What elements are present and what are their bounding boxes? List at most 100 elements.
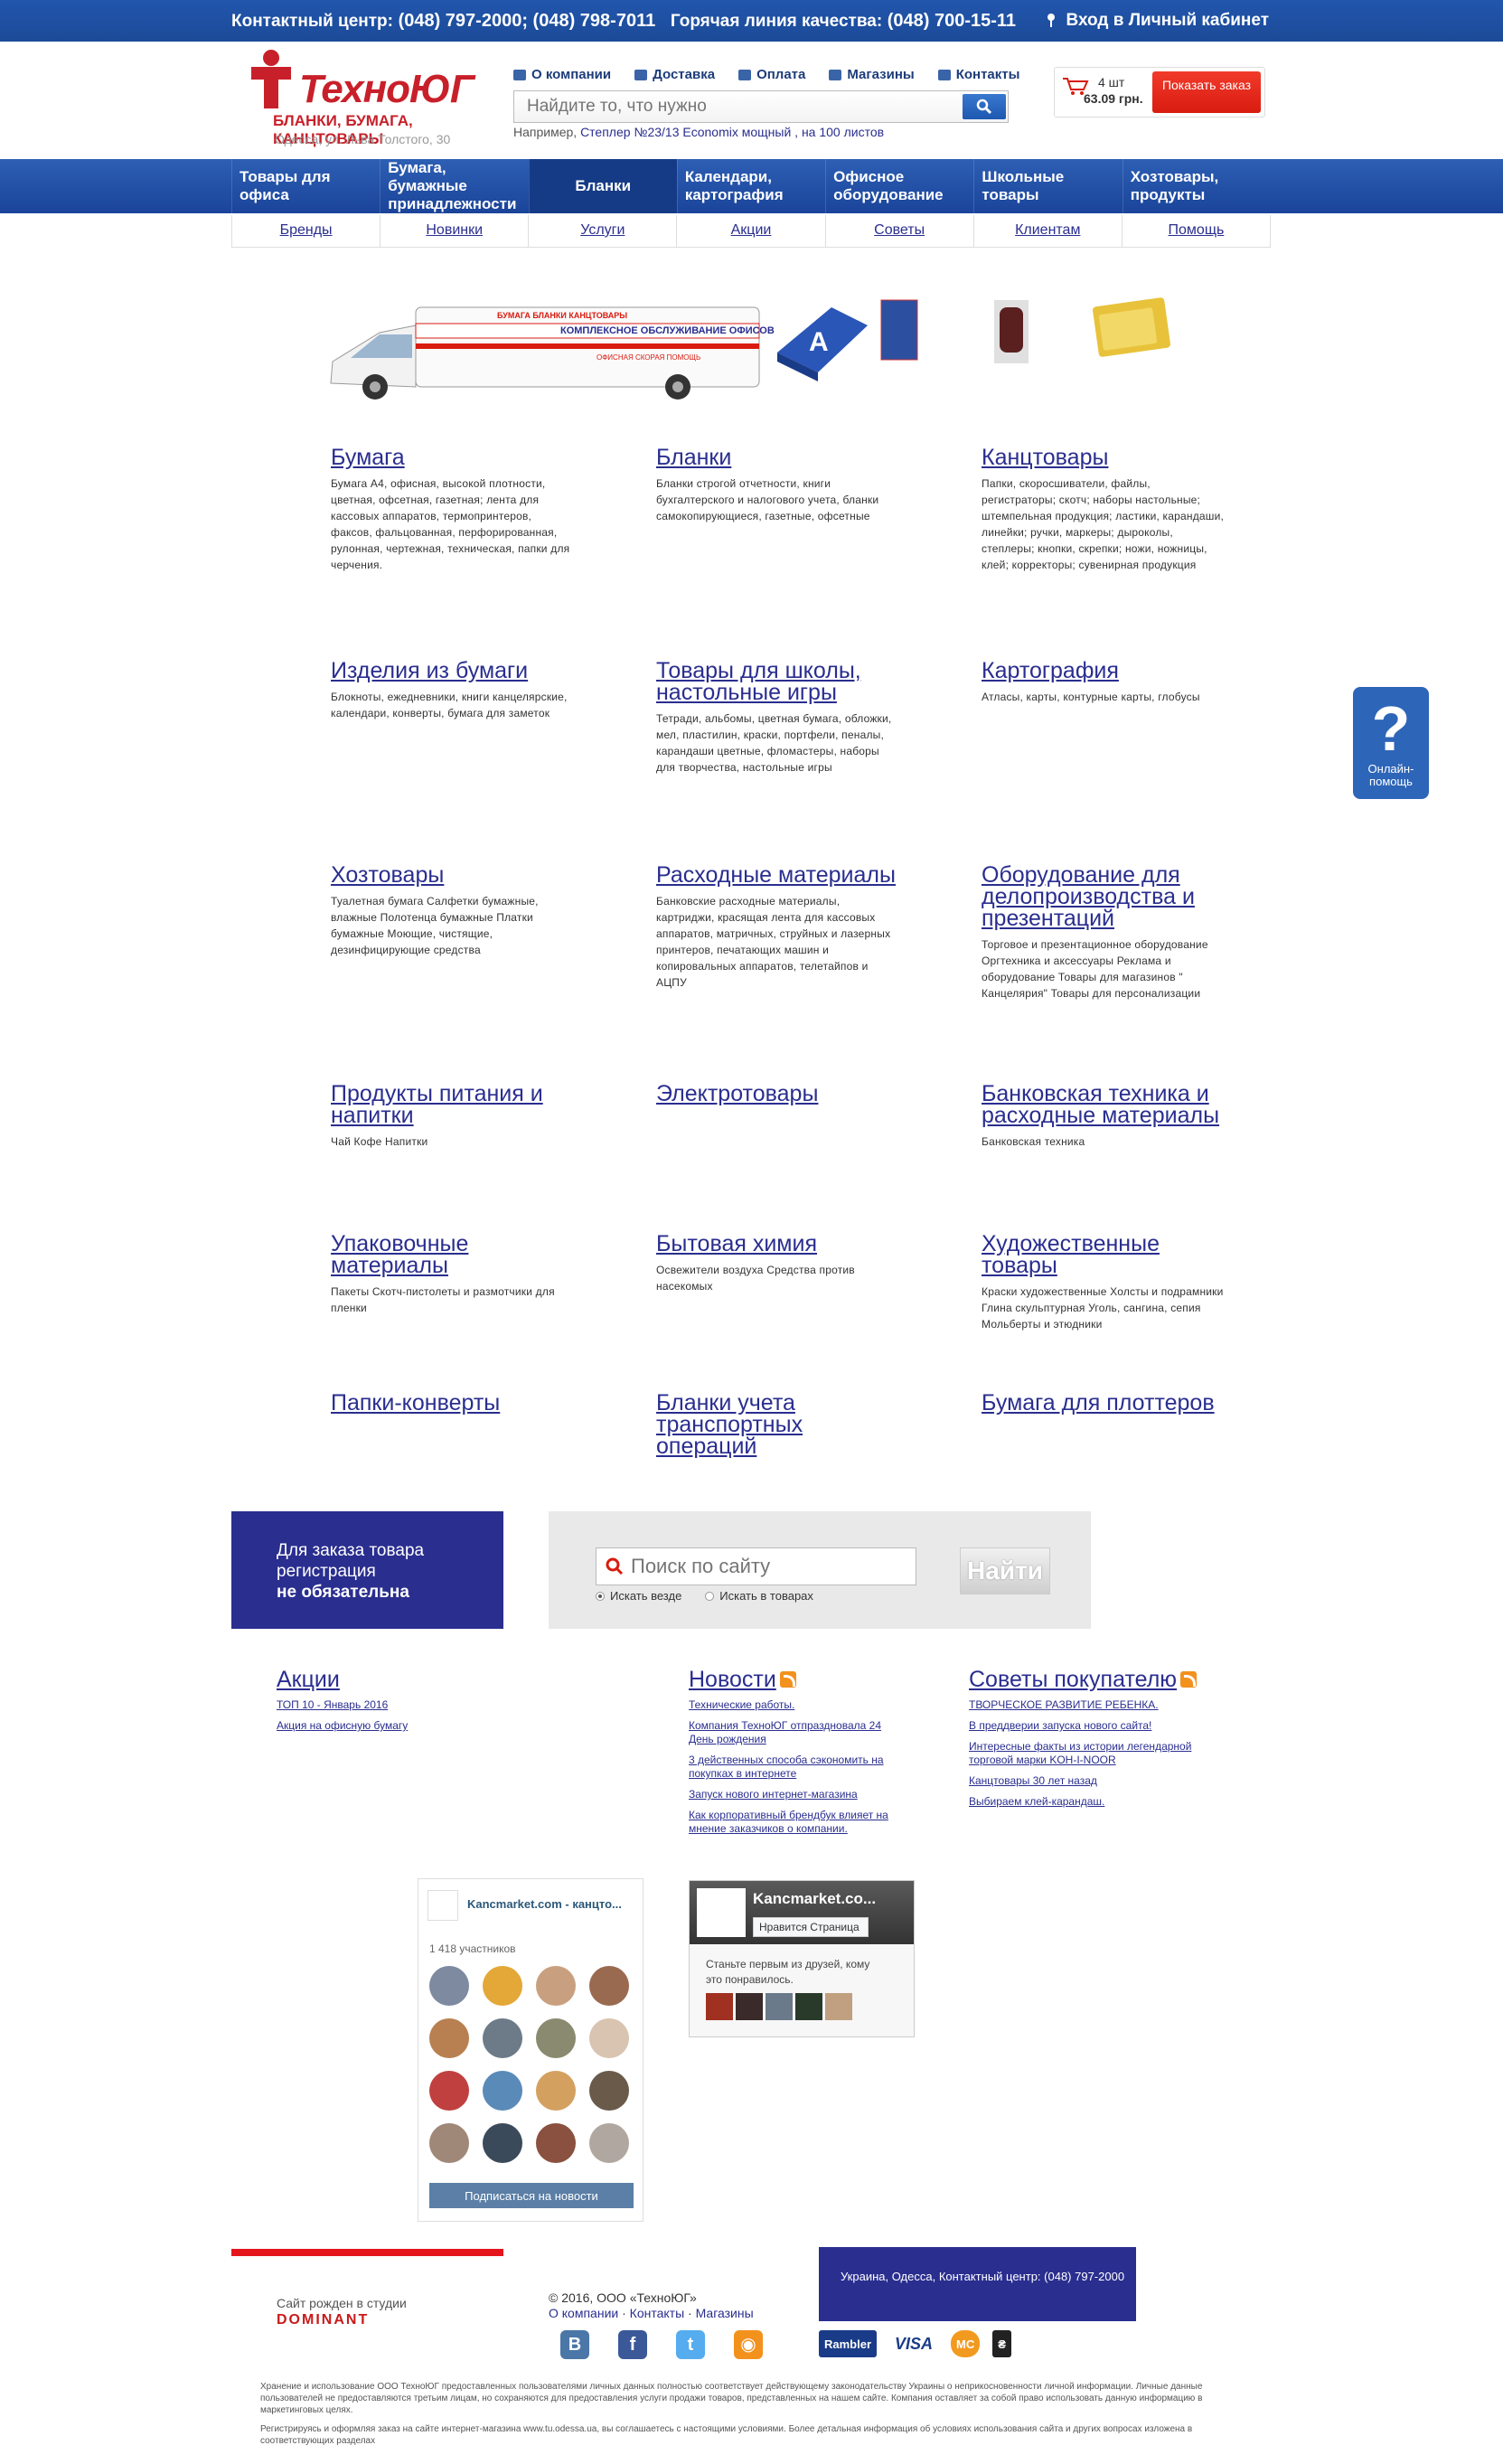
rambler-counter-icon[interactable]: Rambler	[819, 2330, 878, 2357]
avatar[interactable]	[483, 1966, 522, 2006]
footer-link-shops[interactable]: Магазины	[696, 2306, 754, 2320]
category-title[interactable]: Папки-конверты	[331, 1392, 575, 1415]
avatar[interactable]	[536, 2071, 576, 2111]
avatar[interactable]	[483, 2018, 522, 2058]
subnav-tips[interactable]: Советы	[824, 215, 973, 247]
category-title[interactable]: Бытовая химия	[656, 1233, 900, 1256]
fb-page-avatar[interactable]	[697, 1888, 746, 1937]
promo-item[interactable]: Акция на офисную бумагу	[277, 1719, 457, 1733]
category-title[interactable]: Картография	[982, 660, 1226, 682]
avatar[interactable]	[589, 1966, 629, 2006]
rss-icon[interactable]	[1180, 1671, 1198, 1688]
avatar[interactable]	[483, 2071, 522, 2111]
avatar[interactable]	[483, 2123, 522, 2163]
avatar[interactable]	[536, 1966, 576, 2006]
category-title[interactable]: Расходные материалы	[656, 864, 900, 887]
category-title[interactable]: Товары для школы, настольные игры	[656, 660, 900, 704]
menu-household[interactable]: Хозтовары, продукты	[1122, 159, 1271, 213]
nav-delivery[interactable]: Доставка	[634, 67, 715, 82]
fb-page-name[interactable]: Kancmarket.co...	[753, 1890, 876, 1908]
tip-item[interactable]: ТВОРЧЕСКОЕ РАЗВИТИЕ РЕБЕНКА.	[969, 1698, 1204, 1712]
avatar[interactable]	[825, 1993, 852, 2020]
avatar[interactable]	[795, 1993, 822, 2020]
category-title[interactable]: Хозтовары	[331, 864, 575, 887]
footer-link-contacts[interactable]: Контакты	[630, 2306, 684, 2320]
menu-paper[interactable]: Бумага, бумажные принадлежности	[380, 159, 528, 213]
avatar[interactable]	[536, 2018, 576, 2058]
avatar[interactable]	[706, 1993, 733, 2020]
category-title[interactable]: Банковская техника и расходные материалы	[982, 1083, 1226, 1127]
avatar[interactable]	[536, 2123, 576, 2163]
search-input[interactable]	[514, 91, 961, 122]
avatar[interactable]	[589, 2123, 629, 2163]
nav-payment[interactable]: Оплата	[738, 67, 805, 82]
avatar[interactable]	[589, 2018, 629, 2058]
site-search-input[interactable]	[631, 1554, 902, 1579]
vk-group-avatar[interactable]	[427, 1890, 458, 1921]
rss-icon[interactable]	[779, 1671, 796, 1688]
login-link[interactable]: Вход в Личный кабинет	[1047, 11, 1269, 31]
footer-link-about[interactable]: О компании	[549, 2306, 618, 2320]
category-title[interactable]: Бумага	[331, 447, 575, 469]
avatar[interactable]	[429, 2123, 469, 2163]
avatar[interactable]	[766, 1993, 793, 2020]
scope-products[interactable]: Искать в товарах	[705, 1589, 813, 1603]
news-item[interactable]: Запуск нового интернет-магазина	[689, 1788, 906, 1801]
news-item[interactable]: Технические работы.	[689, 1698, 906, 1712]
rss-icon[interactable]: ◉	[734, 2330, 763, 2359]
footer-contact-link[interactable]: Контактный центр: (048) 797-2000	[939, 2270, 1124, 2283]
menu-equipment[interactable]: Офисное оборудование	[825, 159, 973, 213]
category-title[interactable]: Бланки учета транспортных операций	[656, 1392, 900, 1458]
search-button[interactable]	[963, 94, 1006, 119]
avatar[interactable]	[589, 2071, 629, 2111]
vk-icon[interactable]: B	[560, 2330, 589, 2359]
subnav-clients[interactable]: Клиентам	[972, 215, 1122, 247]
subnav-brands[interactable]: Бренды	[231, 215, 380, 247]
tip-item[interactable]: В преддверии запуска нового сайта!	[969, 1719, 1204, 1733]
promo-banner[interactable]: КОМПЛЕКСНОЕ ОБСЛУЖИВАНИЕ ОФИСОВ БУМАГА Б…	[325, 289, 1193, 407]
category-title[interactable]: Канцтовары	[982, 447, 1226, 469]
subnav-promos[interactable]: Акции	[676, 215, 824, 247]
nav-about[interactable]: О компании	[513, 67, 611, 82]
subnav-help[interactable]: Помощь	[1121, 215, 1271, 247]
studio-credit[interactable]: Сайт рожден в студии DOMINANT	[277, 2296, 407, 2328]
site-search-button[interactable]: Найти	[960, 1547, 1050, 1594]
nav-contacts[interactable]: Контакты	[937, 67, 1019, 82]
promo-item[interactable]: ТОП 10 - Январь 2016	[277, 1698, 457, 1712]
site-logo[interactable]: ТехноЮГ БЛАНКИ, БУМАГА, КАНЦТОВАРЫ Одесс…	[249, 49, 521, 147]
avatar[interactable]	[429, 2071, 469, 2111]
subnav-services[interactable]: Услуги	[528, 215, 676, 247]
twitter-icon[interactable]: t	[676, 2330, 705, 2359]
category-title[interactable]: Художественные товары	[982, 1233, 1226, 1277]
avatar[interactable]	[429, 2018, 469, 2058]
tip-item[interactable]: Канцтовары 30 лет назад	[969, 1774, 1204, 1788]
show-order-button[interactable]: Показать заказ	[1152, 71, 1261, 113]
tips-title[interactable]: Советы покупателю	[969, 1667, 1177, 1693]
vk-subscribe-button[interactable]: Подписаться на новости	[429, 2183, 634, 2208]
scope-everywhere[interactable]: Искать везде	[596, 1589, 681, 1603]
menu-calendars[interactable]: Календари, картография	[676, 159, 825, 213]
tip-item[interactable]: Интересные факты из истории легендарной …	[969, 1740, 1204, 1767]
category-title[interactable]: Продукты питания и напитки	[331, 1083, 575, 1127]
online-help-button[interactable]: ? Онлайн-помощь	[1353, 687, 1429, 799]
menu-office[interactable]: Товары для офиса	[231, 159, 380, 213]
menu-forms[interactable]: Бланки	[528, 159, 677, 213]
category-title[interactable]: Бумага для плоттеров	[982, 1392, 1226, 1415]
avatar[interactable]	[736, 1993, 763, 2020]
fb-like-button[interactable]: Нравится Страница	[753, 1917, 869, 1937]
menu-school[interactable]: Школьные товары	[973, 159, 1122, 213]
avatar[interactable]	[429, 1966, 469, 2006]
tip-item[interactable]: Выбираем клей-карандаш.	[969, 1795, 1204, 1809]
news-item[interactable]: Как корпоративный брендбук влияет на мне…	[689, 1809, 906, 1836]
subnav-new[interactable]: Новинки	[380, 215, 528, 247]
vk-group-name[interactable]: Kancmarket.com - канцто...	[467, 1897, 622, 1911]
category-title[interactable]: Бланки	[656, 447, 900, 469]
news-item[interactable]: 3 действенных способа сэкономить на поку…	[689, 1754, 906, 1781]
category-title[interactable]: Изделия из бумаги	[331, 660, 575, 682]
nav-shops[interactable]: Магазины	[829, 67, 915, 82]
promos-title[interactable]: Акции	[277, 1667, 340, 1693]
category-title[interactable]: Оборудование для делопроизводства и през…	[982, 864, 1226, 930]
category-title[interactable]: Упаковочные материалы	[331, 1233, 575, 1277]
news-title[interactable]: Новости	[689, 1667, 776, 1693]
category-title[interactable]: Электротовары	[656, 1083, 900, 1105]
